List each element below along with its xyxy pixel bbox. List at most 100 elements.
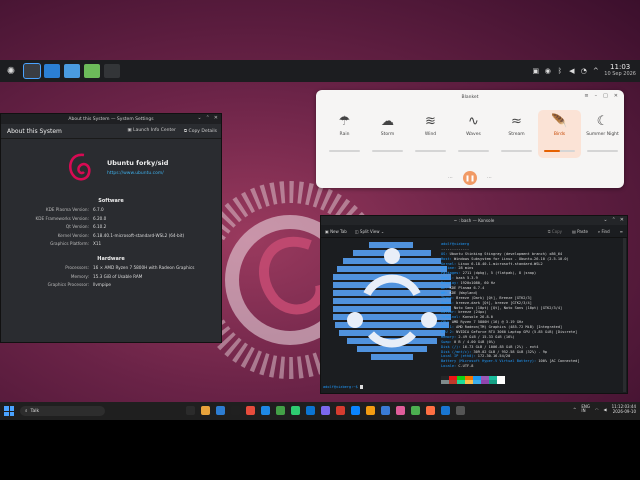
taskbar-app-icon[interactable]: [381, 406, 390, 415]
sound-volume-slider[interactable]: [458, 150, 489, 152]
sound-volume-slider[interactable]: [329, 150, 360, 152]
copy-button[interactable]: ⧉ Copy: [548, 229, 562, 234]
sound-summer-night[interactable]: ☾ Summer Night: [581, 110, 624, 158]
paste-button[interactable]: ▤ Paste: [572, 229, 588, 234]
close-icon[interactable]: ✕: [214, 115, 218, 121]
fastfetch-key: Cursor:: [441, 310, 457, 315]
taskbar-app-icon[interactable]: [261, 406, 270, 415]
taskbar-app-icon[interactable]: [411, 406, 420, 415]
sound-volume-slider[interactable]: [415, 150, 446, 152]
konsole-titlebar[interactable]: ~ : bash — Konsole ⌄ ⌃ ✕: [321, 216, 627, 225]
taskbar-app-icon[interactable]: [441, 406, 450, 415]
sound-rain[interactable]: ☂ Rain: [323, 110, 366, 158]
rain-icon: ☂: [338, 113, 351, 129]
sound-birds[interactable]: 🪶 Birds: [538, 110, 581, 158]
volume-icon[interactable]: ⋯: [448, 175, 453, 181]
kde-clock[interactable]: 11:03 10 Sep 2026: [604, 64, 636, 78]
fastfetch-value: Konsole 26.8.0: [462, 315, 493, 320]
sound-volume-slider[interactable]: [544, 150, 575, 152]
palette-swatch: [465, 380, 473, 384]
copy-details-button[interactable]: ⧉ Copy Details: [184, 128, 217, 134]
preset-icon[interactable]: ⋯: [487, 175, 492, 181]
taskbar-app-icon[interactable]: [351, 406, 360, 415]
sound-storm[interactable]: ☁ Storm: [366, 110, 409, 158]
taskbar-app-icon[interactable]: [321, 406, 330, 415]
taskbar-app-icon[interactable]: [291, 406, 300, 415]
tray-expand-icon[interactable]: ^: [573, 407, 576, 412]
sound-volume-slider[interactable]: [501, 150, 532, 152]
taskbar-app-icon[interactable]: [216, 406, 225, 415]
new-tab-button[interactable]: ▣ New Tab: [325, 229, 347, 234]
software-value: 6.10.2: [93, 224, 107, 229]
kde-task-konsole[interactable]: [104, 64, 120, 78]
close-icon[interactable]: ✕: [620, 217, 624, 223]
fastfetch-value: 100% [AC Connected]: [538, 359, 580, 364]
launch-info-center-button[interactable]: ▣ Launch Info Center: [127, 128, 176, 134]
hardware-key: Graphics Processor:: [47, 282, 89, 287]
cursor: [359, 385, 363, 389]
windows-clock[interactable]: 11:12:03:44 2026-09-10: [612, 404, 636, 414]
network-icon[interactable]: ◉: [544, 67, 551, 75]
find-button[interactable]: ⌕ Find: [598, 229, 610, 234]
maximize-icon[interactable]: ⌃: [206, 115, 210, 121]
minimize-icon[interactable]: ⌄: [603, 217, 607, 223]
clipboard-icon[interactable]: ▣: [532, 67, 539, 75]
fastfetch-key: Local IP (eth0):: [441, 354, 476, 359]
sound-stream[interactable]: ≈ Stream: [495, 110, 538, 158]
minimize-icon[interactable]: ⌄: [197, 115, 201, 121]
hardware-value: llvmpipe: [93, 282, 111, 287]
kde-task-system-settings[interactable]: [44, 64, 60, 78]
expand-tray-icon[interactable]: ^: [592, 67, 599, 75]
volume-icon[interactable]: ◀: [568, 67, 575, 75]
about-titlebar[interactable]: About this System — System Settings ⌄ ⌃ …: [1, 114, 221, 124]
speaker-icon[interactable]: ◀: [604, 407, 607, 412]
taskbar-app-icon[interactable]: [231, 406, 240, 415]
taskbar-app-icon[interactable]: [426, 406, 435, 415]
sound-waves[interactable]: ∿ Waves: [452, 110, 495, 158]
hardware-key: Processors:: [65, 265, 89, 270]
notifications-icon[interactable]: ◔: [580, 67, 587, 75]
kde-clock-time: 11:03: [610, 63, 631, 71]
taskbar-app-icon[interactable]: [186, 406, 195, 415]
palette-swatch: [489, 380, 497, 384]
kde-launcher-icon[interactable]: ✺: [2, 62, 20, 80]
distro-url[interactable]: https://www.ubuntu.com/: [107, 171, 164, 176]
taskbar-app-icon[interactable]: [246, 406, 255, 415]
kde-task-kde-app-launcher[interactable]: [23, 63, 41, 79]
windows-start-icon[interactable]: [4, 406, 14, 416]
maximize-icon[interactable]: ⌃: [612, 217, 616, 223]
taskbar-search-text: Talk: [30, 408, 40, 414]
fastfetch-value: Noto Sans (10pt) [Qt], Noto Sans (10pt) …: [454, 305, 563, 310]
taskbar-app-icon[interactable]: [396, 406, 405, 415]
palette-swatch: [441, 380, 449, 384]
kde-task-discover[interactable]: [84, 64, 100, 78]
language-indicator[interactable]: ENG IN: [581, 405, 590, 413]
kde-task-dolphin[interactable]: [64, 64, 80, 78]
sound-volume-slider[interactable]: [372, 150, 403, 152]
pause-button[interactable]: ❚❚: [463, 171, 477, 185]
palette-swatch: [473, 380, 481, 384]
sound-volume-slider[interactable]: [587, 150, 618, 152]
taskbar-app-icon[interactable]: [306, 406, 315, 415]
taskbar-app-icon[interactable]: [366, 406, 375, 415]
split-view-button[interactable]: ◫ Split View ⌄: [355, 229, 384, 234]
taskbar-app-icon[interactable]: [201, 406, 210, 415]
maximize-icon[interactable]: □: [603, 93, 608, 99]
taskbar-app-icon[interactable]: [336, 406, 345, 415]
hamburger-menu-icon[interactable]: ≡: [620, 229, 623, 234]
close-icon[interactable]: ✕: [614, 93, 618, 99]
sound-wind[interactable]: ≋ Wind: [409, 110, 452, 158]
shell-prompt[interactable]: adolf@vizberg:~$: [323, 385, 363, 389]
palette-swatch: [481, 380, 489, 384]
minimize-icon[interactable]: –: [595, 93, 598, 99]
menu-icon[interactable]: ≡: [584, 93, 588, 99]
fastfetch-value: 2.49 GiB / 15.33 GiB (16%): [458, 334, 515, 339]
taskbar-app-icon[interactable]: [456, 406, 465, 415]
bluetooth-icon[interactable]: ᛒ: [556, 67, 563, 75]
taskbar-app-icon[interactable]: [276, 406, 285, 415]
konsole-scrollbar[interactable]: [623, 238, 626, 392]
sound-label: Rain: [339, 132, 350, 137]
wifi-icon[interactable]: ◠: [595, 407, 599, 412]
taskbar-search[interactable]: ⌕ Talk: [20, 406, 105, 416]
software-title: Software: [98, 198, 124, 204]
